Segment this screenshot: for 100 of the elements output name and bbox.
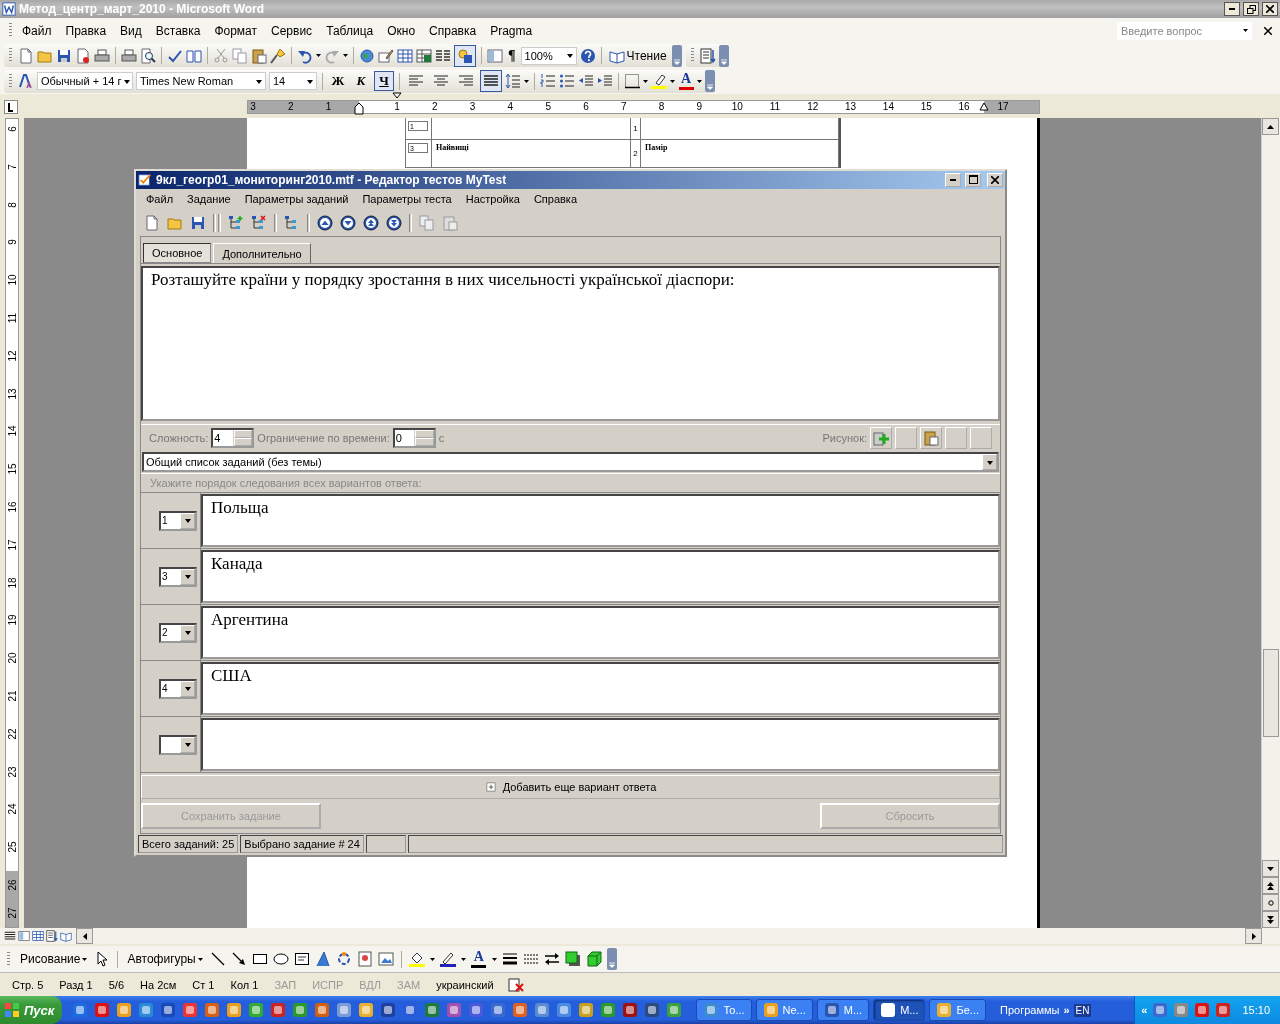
- clipboard-icon[interactable]: [442, 214, 458, 231]
- app-icon[interactable]: [204, 1002, 221, 1018]
- pencil-icon[interactable]: [378, 47, 394, 64]
- scroll-down-icon[interactable]: [1267, 866, 1274, 871]
- font-size-dropdown[interactable]: 14: [269, 72, 317, 90]
- app-icon[interactable]: [468, 1002, 485, 1018]
- printer-icon[interactable]: [121, 47, 137, 64]
- justify-icon[interactable]: [483, 73, 499, 89]
- toolbar-options-icon[interactable]: [718, 44, 729, 67]
- app-icon[interactable]: [556, 1002, 573, 1018]
- app-icon[interactable]: [402, 1002, 419, 1018]
- font-dropdown[interactable]: Times New Roman: [136, 72, 266, 90]
- cube-icon[interactable]: [585, 951, 602, 967]
- caret-icon[interactable]: [697, 79, 702, 83]
- highlighter-icon[interactable]: [651, 73, 667, 89]
- book-icon[interactable]: [186, 47, 202, 64]
- app-icon[interactable]: [534, 1002, 551, 1018]
- tree-add-icon[interactable]: [228, 214, 244, 231]
- double-up-circle-icon[interactable]: [363, 214, 379, 231]
- align-center-icon[interactable]: [433, 73, 449, 89]
- caret-icon[interactable]: [429, 957, 435, 961]
- line-color-icon[interactable]: [439, 951, 456, 967]
- brush-icon[interactable]: [270, 47, 286, 64]
- italic-button[interactable]: К: [351, 71, 371, 91]
- paint-bucket-icon[interactable]: [408, 951, 425, 967]
- text-box-icon[interactable]: [293, 951, 310, 967]
- caret-icon[interactable]: [670, 79, 675, 83]
- border-icon[interactable]: [624, 73, 640, 89]
- printer-icon[interactable]: [94, 47, 110, 64]
- arrow-style-icon[interactable]: [543, 951, 560, 967]
- menu-item[interactable]: Формат: [207, 21, 265, 40]
- app-icon[interactable]: [226, 1002, 243, 1018]
- language-indicator[interactable]: EN: [1073, 1003, 1092, 1017]
- caret-icon[interactable]: [316, 54, 321, 57]
- clipboard-icon[interactable]: [251, 47, 267, 64]
- caret-icon[interactable]: [524, 79, 529, 83]
- app-icon[interactable]: [622, 1002, 639, 1018]
- shapes-icon[interactable]: [457, 47, 473, 64]
- toolbar-options-icon[interactable]: [606, 948, 617, 970]
- tab[interactable]: Дополнительно: [213, 243, 311, 264]
- browse-object-icon[interactable]: [1267, 899, 1274, 906]
- tab-selector[interactable]: [4, 100, 18, 114]
- order-dropdown[interactable]: 2: [159, 622, 197, 643]
- align-left-icon[interactable]: [408, 73, 424, 89]
- open-book-icon[interactable]: [60, 930, 72, 942]
- document-icon[interactable]: [75, 47, 91, 64]
- order-dropdown[interactable]: 1: [159, 510, 197, 531]
- autoshapes-menu[interactable]: Автофигуры: [125, 952, 205, 966]
- menu-item[interactable]: Сервис: [264, 21, 320, 40]
- app-icon[interactable]: [1215, 1002, 1232, 1018]
- outdent-icon[interactable]: [578, 73, 594, 89]
- indent-icon[interactable]: [597, 73, 613, 89]
- app-icon[interactable]: [182, 1002, 199, 1018]
- table-icon[interactable]: [397, 47, 413, 64]
- line-style-icon[interactable]: [501, 951, 518, 967]
- app-icon[interactable]: [644, 1002, 661, 1018]
- table-icon[interactable]: [32, 930, 44, 942]
- document-icon[interactable]: [18, 47, 34, 64]
- scroll-right-icon[interactable]: [1251, 932, 1256, 940]
- up-arrow-circle-icon[interactable]: [317, 214, 333, 231]
- app-icon[interactable]: [1194, 1002, 1211, 1018]
- rectangle-icon[interactable]: [251, 951, 268, 967]
- menu-item[interactable]: Справка: [526, 191, 585, 208]
- difficulty-spinner[interactable]: 4: [211, 428, 255, 449]
- order-dropdown[interactable]: 4: [159, 678, 197, 699]
- wordart-icon[interactable]: [314, 951, 331, 967]
- scroll-thumb[interactable]: [1263, 649, 1279, 737]
- menu-item[interactable]: Файл: [15, 21, 59, 40]
- app-icon[interactable]: [72, 1002, 89, 1018]
- font-color-button[interactable]: A: [678, 72, 694, 90]
- close-button[interactable]: [1262, 2, 1278, 16]
- taskbar-button[interactable]: Ne...: [755, 999, 813, 1021]
- order-dropdown[interactable]: 3: [159, 566, 197, 587]
- menu-item[interactable]: Окно: [380, 21, 423, 40]
- close-icon[interactable]: [1262, 24, 1274, 37]
- add-answer-button[interactable]: Добавить еще вариант ответа: [141, 775, 1000, 800]
- right-indent-icon[interactable]: [979, 101, 989, 111]
- scroll-up-icon[interactable]: [1267, 124, 1274, 129]
- start-button[interactable]: Пуск: [0, 996, 63, 1024]
- shadow-icon[interactable]: [564, 951, 581, 967]
- app-icon[interactable]: [314, 1002, 331, 1018]
- menu-item[interactable]: Pragma: [483, 21, 540, 40]
- topic-dropdown[interactable]: Общий список заданий (без темы): [142, 452, 999, 473]
- app-icon[interactable]: [336, 1002, 353, 1018]
- answer-text-field[interactable]: [201, 718, 1000, 772]
- menu-item[interactable]: Файл: [139, 191, 181, 208]
- app-icon[interactable]: [666, 1002, 683, 1018]
- bold-button[interactable]: Ж: [328, 71, 348, 91]
- caret-icon[interactable]: [82, 957, 88, 961]
- menu-item[interactable]: Правка: [58, 21, 114, 40]
- app-icon[interactable]: [138, 1002, 155, 1018]
- restore-button[interactable]: [1243, 2, 1259, 16]
- app-icon[interactable]: [578, 1002, 595, 1018]
- toolbar-label[interactable]: Программы: [1000, 1004, 1060, 1016]
- clip-art-icon[interactable]: [356, 951, 373, 967]
- oval-icon[interactable]: [272, 951, 289, 967]
- show-marks-button[interactable]: ¶: [506, 47, 518, 64]
- toolbar-options-icon[interactable]: [671, 44, 682, 67]
- justify-icon[interactable]: [4, 930, 16, 942]
- picture-icon[interactable]: [377, 951, 394, 967]
